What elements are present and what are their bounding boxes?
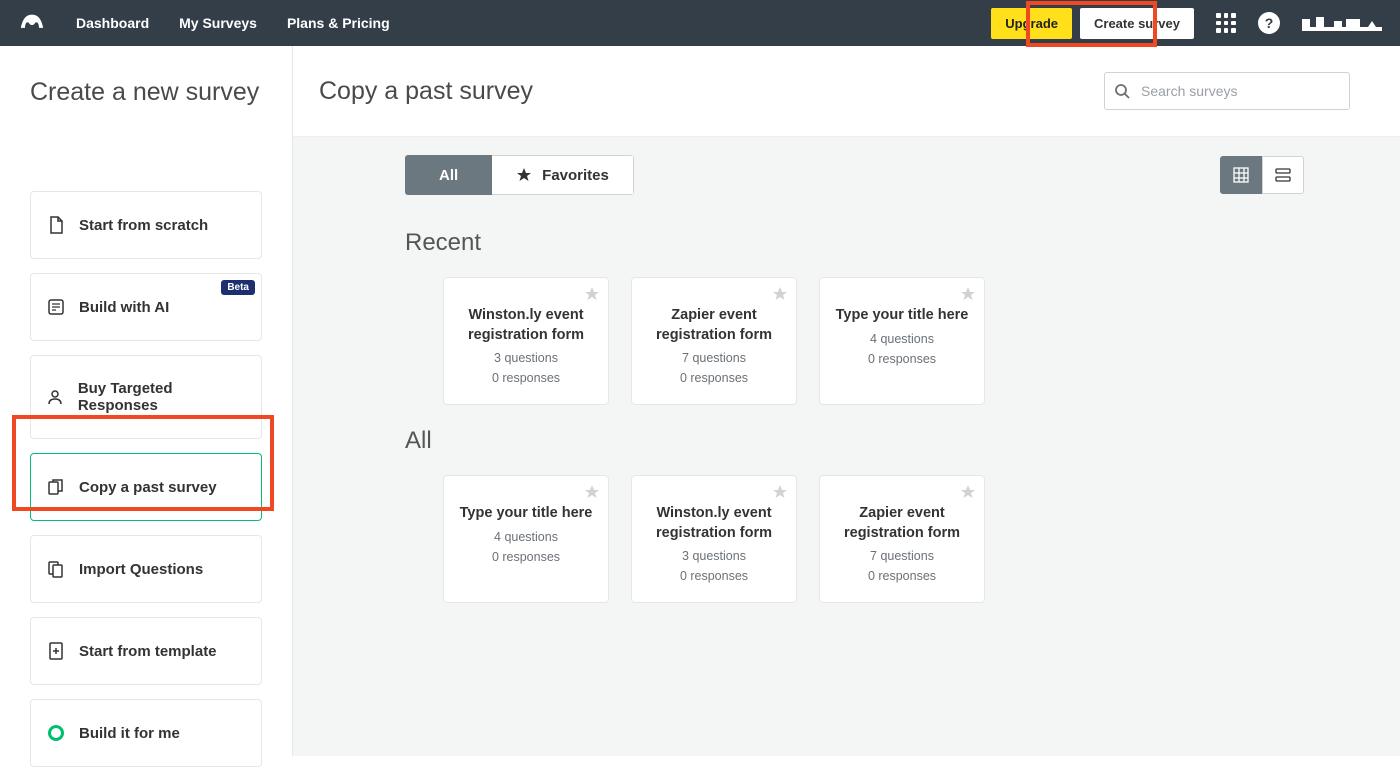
star-icon[interactable]	[584, 286, 600, 302]
option-start-from-template[interactable]: Start from template	[30, 617, 262, 685]
ring-icon	[47, 724, 65, 742]
upgrade-button[interactable]: Upgrade	[991, 8, 1072, 39]
card-questions: 3 questions	[494, 351, 558, 365]
option-buy-targeted[interactable]: Buy Targeted Responses	[30, 355, 262, 439]
card-title: Type your title here	[836, 306, 969, 326]
option-label: Copy a past survey	[79, 479, 217, 496]
copy-icon	[47, 478, 65, 496]
create-survey-button[interactable]: Create survey	[1080, 8, 1194, 39]
option-label: Import Questions	[79, 561, 203, 578]
survey-card[interactable]: Type your title here 4 questions 0 respo…	[819, 277, 985, 405]
recent-cards: Winston.ly event registration form 3 que…	[443, 277, 1374, 405]
card-title: Type your title here	[460, 504, 593, 524]
sidebar-title: Create a new survey	[30, 78, 262, 131]
main: Copy a past survey All Favorites	[293, 46, 1400, 756]
beta-badge: Beta	[221, 280, 255, 295]
all-cards: Type your title here 4 questions 0 respo…	[443, 475, 1374, 603]
nav-my-surveys[interactable]: My Surveys	[179, 15, 257, 31]
apps-grid-icon[interactable]	[1216, 13, 1236, 33]
card-questions: 4 questions	[494, 530, 558, 544]
option-build-it-for-me[interactable]: Build it for me	[30, 699, 262, 767]
survey-card[interactable]: Winston.ly event registration form 3 que…	[443, 277, 609, 405]
user-icon	[47, 388, 64, 406]
star-icon[interactable]	[960, 484, 976, 500]
card-responses: 0 responses	[868, 569, 936, 583]
star-icon[interactable]	[772, 286, 788, 302]
option-label: Buy Targeted Responses	[78, 380, 245, 414]
search-icon	[1114, 83, 1130, 99]
card-responses: 0 responses	[492, 371, 560, 385]
option-copy-past-survey[interactable]: Copy a past survey	[30, 453, 262, 521]
nav-plans-pricing[interactable]: Plans & Pricing	[287, 15, 390, 31]
nav-dashboard[interactable]: Dashboard	[76, 15, 149, 31]
star-icon[interactable]	[960, 286, 976, 302]
survey-card[interactable]: Type your title here 4 questions 0 respo…	[443, 475, 609, 603]
ai-icon	[47, 298, 65, 316]
card-questions: 3 questions	[682, 549, 746, 563]
topbar: Dashboard My Surveys Plans & Pricing Upg…	[0, 0, 1400, 46]
star-icon[interactable]	[772, 484, 788, 500]
option-build-with-ai[interactable]: Build with AI Beta	[30, 273, 262, 341]
card-questions: 7 questions	[682, 351, 746, 365]
card-questions: 4 questions	[870, 332, 934, 346]
card-questions: 7 questions	[870, 549, 934, 563]
option-import-questions[interactable]: Import Questions	[30, 535, 262, 603]
template-icon	[47, 642, 65, 660]
sidebar: Create a new survey Start from scratch B…	[0, 46, 293, 756]
filter-all[interactable]: All	[405, 155, 492, 195]
card-title: Zapier event registration form	[832, 504, 972, 543]
star-icon[interactable]	[584, 484, 600, 500]
filter-favorites[interactable]: Favorites	[492, 155, 634, 195]
option-label: Build with AI	[79, 299, 169, 316]
section-all-label: All	[405, 427, 1374, 455]
option-start-from-scratch[interactable]: Start from scratch	[30, 191, 262, 259]
grid-icon	[1233, 167, 1249, 183]
star-icon	[516, 167, 532, 183]
profile-menu[interactable]	[1302, 13, 1382, 33]
card-responses: 0 responses	[492, 550, 560, 564]
card-title: Zapier event registration form	[644, 306, 784, 345]
option-label: Start from template	[79, 643, 217, 660]
card-title: Winston.ly event registration form	[644, 504, 784, 543]
doc-icon	[47, 216, 65, 234]
section-recent-label: Recent	[405, 229, 1374, 257]
view-list-button[interactable]	[1262, 156, 1304, 194]
card-responses: 0 responses	[680, 371, 748, 385]
card-responses: 0 responses	[868, 352, 936, 366]
card-responses: 0 responses	[680, 569, 748, 583]
survey-card[interactable]: Winston.ly event registration form 3 que…	[631, 475, 797, 603]
filter-fav-label: Favorites	[542, 167, 609, 184]
view-grid-button[interactable]	[1220, 156, 1262, 194]
search-input[interactable]	[1104, 72, 1350, 110]
top-nav: Dashboard My Surveys Plans & Pricing	[76, 15, 390, 31]
survey-card[interactable]: Zapier event registration form 7 questio…	[631, 277, 797, 405]
page-title: Copy a past survey	[319, 77, 533, 106]
option-label: Build it for me	[79, 725, 180, 742]
option-label: Start from scratch	[79, 217, 208, 234]
list-icon	[1275, 167, 1291, 183]
logo[interactable]	[18, 12, 46, 34]
card-title: Winston.ly event registration form	[456, 306, 596, 345]
survey-card[interactable]: Zapier event registration form 7 questio…	[819, 475, 985, 603]
import-icon	[47, 560, 65, 578]
help-icon[interactable]: ?	[1258, 12, 1280, 34]
